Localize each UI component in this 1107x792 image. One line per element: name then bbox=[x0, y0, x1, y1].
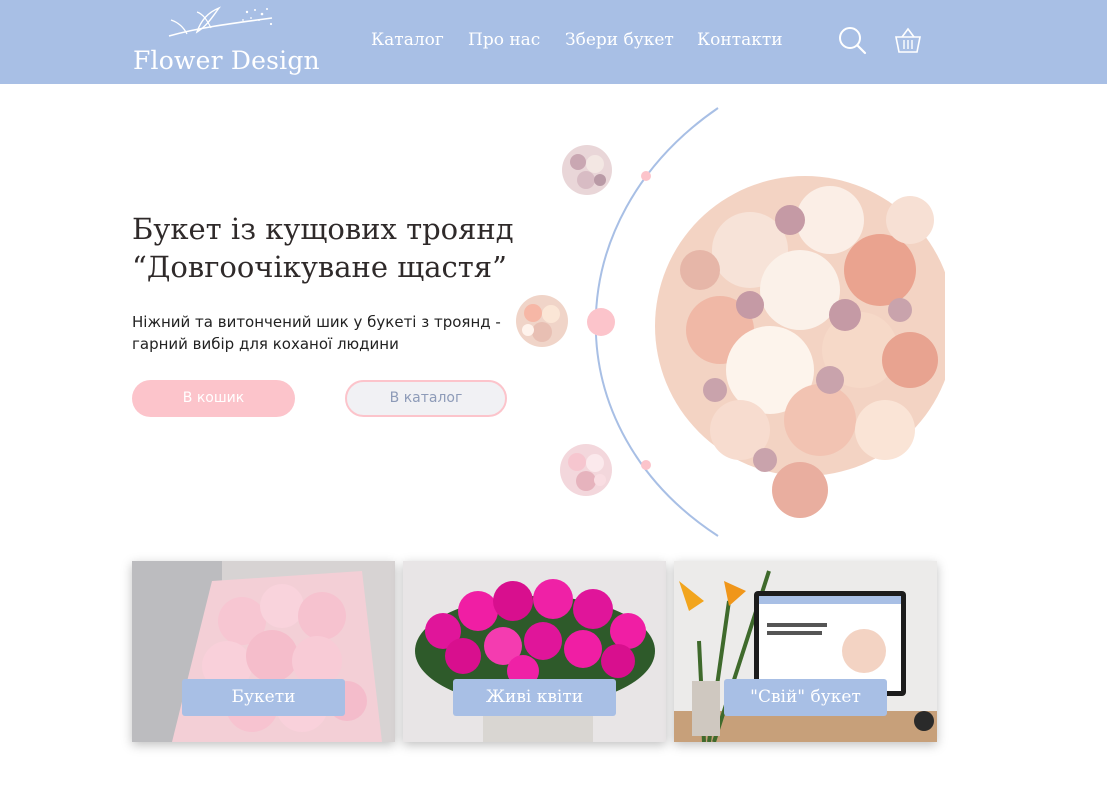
thumb-bouquet-1[interactable] bbox=[562, 145, 612, 195]
flower-branch-icon bbox=[168, 6, 273, 37]
hero-subtitle: Ніжний та витончений шик у букеті з троя… bbox=[132, 311, 502, 355]
hero-bouquet-slider bbox=[500, 100, 960, 550]
logo[interactable]: Flower Design bbox=[133, 6, 320, 76]
nav-item-build-bouquet[interactable]: Збери букет bbox=[565, 30, 674, 50]
hero-subtitle-line2: гарний вибір для коханої людини bbox=[132, 335, 399, 353]
basket-icon[interactable] bbox=[893, 26, 923, 56]
category-label-live-flowers: Живі квіти bbox=[453, 679, 616, 716]
category-card-bouquets[interactable]: Букети bbox=[132, 561, 395, 742]
thumb-bouquet-2[interactable] bbox=[516, 295, 568, 347]
slider-dot-3[interactable] bbox=[641, 460, 651, 470]
hero-title-line1: Букет із кущових троянд bbox=[132, 212, 514, 246]
hero-subtitle-line1: Ніжний та витончений шик у букеті з троя… bbox=[132, 313, 501, 331]
nav-item-catalog[interactable]: Каталог bbox=[371, 30, 444, 50]
featured-bouquet-image bbox=[655, 176, 955, 518]
add-to-cart-button[interactable]: В кошик bbox=[132, 380, 295, 417]
category-label-bouquets: Букети bbox=[182, 679, 345, 716]
go-to-catalog-button[interactable]: В каталог bbox=[345, 380, 507, 417]
category-label-custom-bouquet: "Свій" букет bbox=[724, 679, 887, 716]
slider-dot-1[interactable] bbox=[641, 171, 651, 181]
hero-title: Букет із кущових троянд “Довгоочікуване … bbox=[132, 210, 532, 286]
nav-item-about[interactable]: Про нас bbox=[468, 30, 540, 50]
slider-dot-active[interactable] bbox=[587, 308, 615, 336]
category-card-live-flowers[interactable]: Живі квіти bbox=[403, 561, 666, 742]
site-header: Flower Design Каталог Про нас Збери буке… bbox=[0, 0, 1107, 84]
search-icon[interactable] bbox=[838, 26, 868, 56]
thumb-bouquet-3[interactable] bbox=[560, 444, 612, 496]
nav-item-contacts[interactable]: Контакти bbox=[697, 30, 783, 50]
hero-title-line2: “Довгоочікуване щастя” bbox=[132, 250, 507, 284]
logo-text: Flower Design bbox=[133, 46, 320, 75]
category-card-custom-bouquet[interactable]: "Свій" букет bbox=[674, 561, 937, 742]
